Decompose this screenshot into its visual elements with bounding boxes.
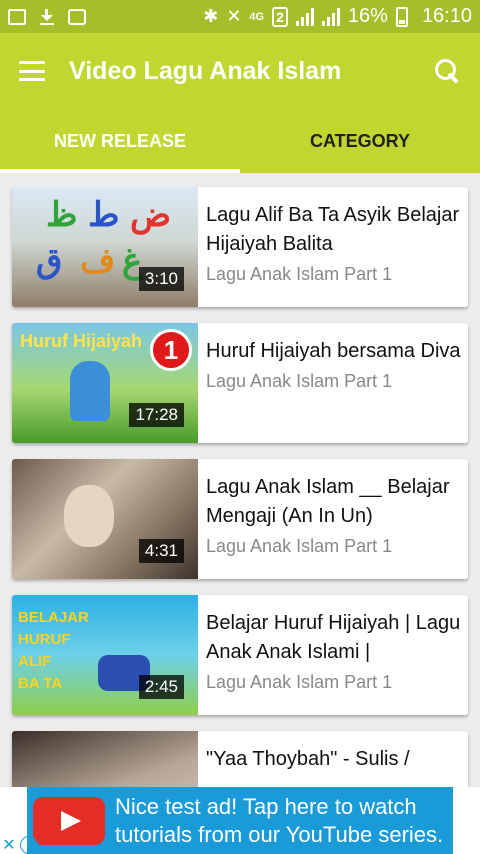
gallery-notification-icon bbox=[8, 8, 26, 25]
thumb-text: BELAJAR HURUF ALIF BA TA bbox=[18, 607, 89, 695]
thumb-number-badge: 1 bbox=[150, 329, 192, 371]
menu-icon[interactable] bbox=[19, 61, 45, 81]
status-bar: ✱ ✕ 4G 2 16% 16:10 bbox=[0, 0, 480, 33]
video-duration: 17:28 bbox=[129, 403, 184, 427]
video-thumbnail: BELAJAR HURUF ALIF BA TA 2:45 bbox=[12, 595, 198, 715]
thumb-letter: ف bbox=[80, 241, 116, 281]
tab-new-release[interactable]: NEW RELEASE bbox=[0, 109, 240, 173]
search-icon[interactable] bbox=[434, 58, 460, 84]
sim-indicator: 2 bbox=[272, 6, 288, 27]
thumb-word: BA TA bbox=[18, 675, 63, 692]
ad-line-1: Nice test ad! Tap here to watch bbox=[115, 793, 417, 819]
video-card[interactable]: BELAJAR HURUF ALIF BA TA 2:45 Belajar Hu… bbox=[12, 595, 468, 715]
ad-info-icon[interactable]: i bbox=[20, 836, 38, 854]
video-subtitle: Lagu Anak Islam Part 1 bbox=[206, 264, 393, 284]
signal-icon-2 bbox=[321, 7, 340, 26]
video-duration: 2:45 bbox=[138, 675, 184, 699]
thumb-letter: ق bbox=[36, 241, 63, 281]
video-title: Lagu Anak Islam __ Belajar Mengaji (An I… bbox=[206, 476, 450, 527]
ad-banner: Nice test ad! Tap here to watch tutorial… bbox=[0, 787, 480, 854]
bluetooth-icon: ✱ bbox=[203, 6, 219, 26]
video-title: Lagu Alif Ba Ta Asyik Belajar Hijaiyah B… bbox=[206, 204, 460, 255]
thumb-word: BELAJAR bbox=[18, 609, 89, 626]
ad-line-2: tutorials from our YouTube series. bbox=[115, 821, 444, 847]
ad-text: Nice test ad! Tap here to watch tutorial… bbox=[115, 793, 443, 849]
thumb-letter: ط bbox=[88, 195, 120, 235]
video-title: "Yaa Thoybah" - Sulis / bbox=[206, 748, 410, 770]
ad-close-icon[interactable]: ✕ bbox=[0, 836, 18, 854]
network-type: 4G bbox=[249, 10, 265, 23]
signal-icon bbox=[295, 7, 314, 26]
thumb-letter: ض bbox=[130, 195, 172, 235]
mute-icon: ✕ bbox=[226, 6, 242, 26]
video-duration: 4:31 bbox=[138, 539, 184, 563]
thumb-word: HURUF bbox=[18, 631, 71, 648]
ad-content[interactable]: Nice test ad! Tap here to watch tutorial… bbox=[27, 787, 453, 854]
download-icon bbox=[40, 8, 54, 25]
video-thumbnail: Huruf Hijaiyah 1 17:28 bbox=[12, 323, 198, 443]
clock: 16:10 bbox=[421, 5, 472, 27]
video-title: Huruf Hijaiyah bersama Diva bbox=[206, 340, 461, 362]
video-card[interactable]: ض ط ظ غ ف ق 3:10 Lagu Alif Ba Ta Asyik B… bbox=[12, 187, 468, 307]
thumb-character bbox=[70, 361, 110, 421]
battery-percent: 16% bbox=[347, 5, 388, 27]
video-title: Belajar Huruf Hijaiyah | Lagu Anak Anak … bbox=[206, 612, 461, 663]
video-card[interactable]: 4:31 Lagu Anak Islam __ Belajar Mengaji … bbox=[12, 459, 468, 579]
video-list[interactable]: ض ط ظ غ ف ق 3:10 Lagu Alif Ba Ta Asyik B… bbox=[0, 173, 480, 787]
thumb-banner-text: Huruf Hijaiyah bbox=[20, 331, 143, 351]
video-thumbnail: ض ط ظ غ ف ق 3:10 bbox=[12, 187, 198, 307]
app-title: Video Lagu Anak Islam bbox=[69, 56, 342, 85]
thumb-character bbox=[64, 485, 114, 547]
video-card[interactable]: Huruf Hijaiyah 1 17:28 Huruf Hijaiyah be… bbox=[12, 323, 468, 443]
video-card[interactable]: "Yaa Thoybah" - Sulis / bbox=[12, 731, 468, 787]
message-icon bbox=[68, 8, 86, 25]
video-subtitle: Lagu Anak Islam Part 1 bbox=[206, 536, 393, 556]
video-thumbnail bbox=[12, 731, 198, 787]
thumb-letter: ظ bbox=[46, 195, 78, 235]
thumb-word: ALIF bbox=[18, 653, 52, 670]
battery-icon bbox=[395, 6, 408, 27]
video-subtitle: Lagu Anak Islam Part 1 bbox=[206, 371, 393, 391]
app-bar: Video Lagu Anak Islam bbox=[0, 33, 480, 109]
tab-category[interactable]: CATEGORY bbox=[240, 109, 480, 173]
youtube-icon bbox=[33, 796, 105, 845]
tab-bar: NEW RELEASE CATEGORY bbox=[0, 109, 480, 173]
video-thumbnail: 4:31 bbox=[12, 459, 198, 579]
video-subtitle: Lagu Anak Islam Part 1 bbox=[206, 672, 393, 692]
video-duration: 3:10 bbox=[138, 267, 184, 291]
